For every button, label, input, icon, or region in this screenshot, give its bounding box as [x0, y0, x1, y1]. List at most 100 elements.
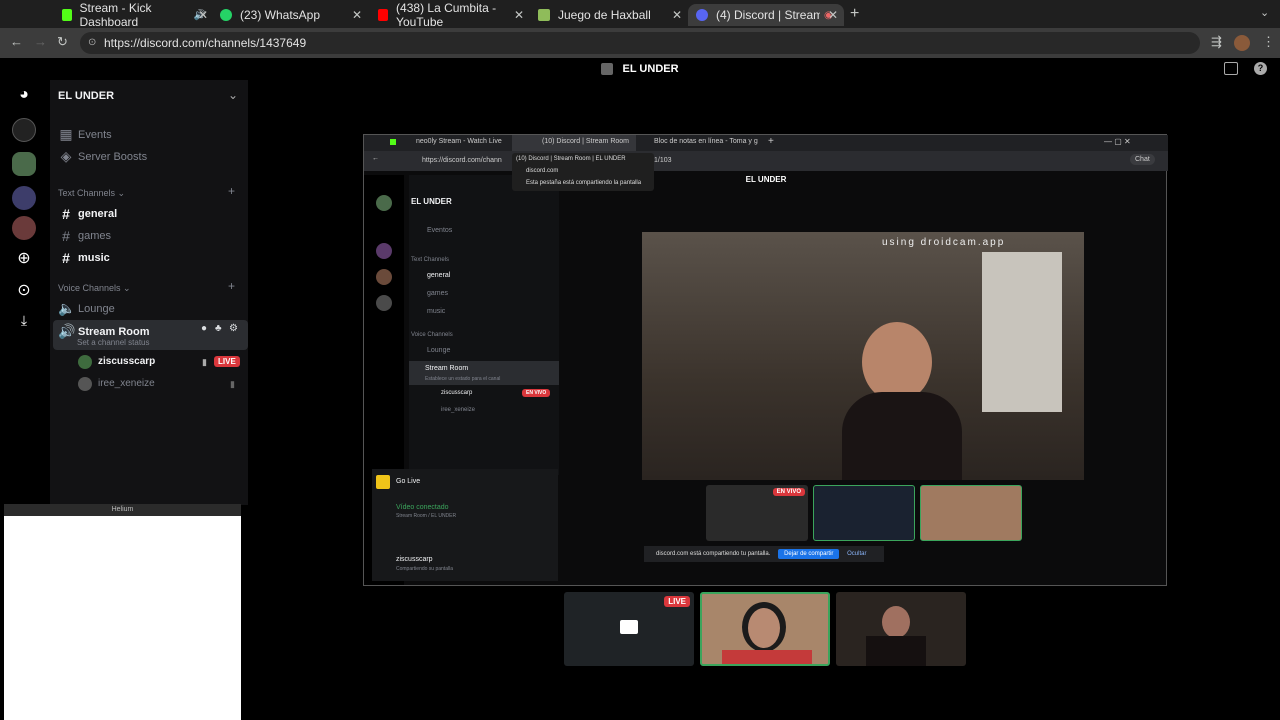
discover-icon[interactable]: ⊙: [12, 280, 36, 304]
tab-label: Stream - Kick Dashboard: [79, 1, 152, 29]
channel-general[interactable]: # general: [58, 206, 117, 222]
go-live-label: Go Live: [396, 478, 421, 485]
back-icon[interactable]: ←: [10, 34, 23, 49]
shared-voice-panel: Go Live Vídeo conectado Stream Room / EL…: [372, 469, 558, 581]
shared-channel: music: [427, 308, 446, 315]
chevron-down-icon[interactable]: ⌄: [228, 88, 238, 102]
add-channel-icon[interactable]: +: [228, 184, 235, 198]
chat-button: Chat: [1130, 154, 1155, 165]
cast-icon[interactable]: ⇶: [1211, 34, 1222, 50]
download-icon[interactable]: ⤓: [12, 312, 36, 336]
participant-camera-1[interactable]: [700, 592, 830, 666]
shared-address-bar: ← https://discord.com/chann 1/103 Chat: [364, 151, 1168, 171]
video-connected: Vídeo conectado: [396, 504, 449, 511]
shirt: [722, 650, 812, 664]
voice-channel-stream-room[interactable]: 🔊 Stream Room Set a channel status ● ♣ ⚙: [53, 320, 248, 350]
participant-camera-2[interactable]: [836, 592, 966, 666]
settings-icon[interactable]: ⚙: [229, 323, 238, 334]
tab-search-icon[interactable]: ⌄: [1260, 6, 1269, 19]
invite-icon[interactable]: ♣: [215, 323, 222, 334]
help-icon[interactable]: ?: [1254, 62, 1267, 75]
haxball-icon: [538, 9, 550, 21]
shared-tab-label: Bloc de notas en línea - Toma y g: [654, 138, 758, 145]
server-icon[interactable]: [12, 186, 36, 210]
menu-server-boosts[interactable]: ◈ Server Boosts: [58, 148, 147, 165]
chat-icon[interactable]: ●: [201, 323, 207, 334]
discord-title-bar: EL UNDER ?: [0, 58, 1280, 80]
shared-tab-label: (10) Discord | Stream Room: [542, 138, 630, 145]
close-icon[interactable]: ✕: [514, 8, 524, 22]
face: [862, 322, 932, 402]
go-live-icon: [376, 475, 390, 489]
shared-channel-sidebar: EL UNDER Eventos Text Channels general g…: [409, 175, 559, 475]
site-info-icon[interactable]: ⊙: [88, 32, 96, 54]
url-bar[interactable]: ⊙ https://discord.com/channels/1437649: [80, 32, 1200, 54]
discord-home-icon[interactable]: ◕: [12, 86, 36, 110]
close-icon[interactable]: ✕: [828, 8, 838, 22]
profile-avatar[interactable]: [1234, 35, 1250, 51]
user-name: iree_xeneize: [98, 378, 155, 389]
face: [882, 606, 910, 638]
browser-tab-youtube[interactable]: (438) La Cumbita - YouTube ✕: [370, 1, 530, 29]
shared-url: https://discord.com/chann: [422, 157, 502, 164]
browser-toolbar: ← → ↻ ⊙ https://discord.com/channels/143…: [0, 28, 1280, 58]
shared-channel: games: [427, 290, 449, 297]
face: [748, 608, 780, 648]
category-voice-channels[interactable]: Voice Channels ⌄: [58, 283, 131, 294]
shared-category: Voice Channels: [411, 332, 453, 338]
voice-user-ziscusscarp[interactable]: ziscusscarp ▮ LIVE: [78, 355, 248, 371]
channel-sidebar: EL UNDER ⌄ ▦ Events ◈ Server Boosts Text C…: [50, 80, 248, 505]
helium-window[interactable]: [4, 504, 241, 720]
new-tab-icon[interactable]: +: [850, 5, 859, 23]
server-icon[interactable]: [12, 118, 36, 142]
voice-channel-lounge[interactable]: 🔈 Lounge: [58, 300, 115, 317]
boost-icon: ◈: [60, 148, 72, 164]
shared-user-name: ziscusscarp: [396, 556, 433, 563]
shared-tab-strip: neo0ly Stream - Watch Live (10) Discord …: [364, 135, 1168, 151]
server-icon: [376, 269, 392, 285]
share-notification-bar: discord.com está compartiendo tu pantall…: [644, 546, 884, 562]
browser-tab-whatsapp[interactable]: (23) WhatsApp ✕: [212, 4, 368, 26]
server-icon[interactable]: [12, 216, 36, 240]
server-name[interactable]: EL UNDER: [58, 90, 114, 102]
voice-user-iree-xeneize[interactable]: iree_xeneize ▮: [78, 377, 248, 393]
connection-sub: Stream Room / EL UNDER: [396, 513, 457, 519]
shared-server-name: EL UNDER: [411, 197, 452, 206]
live-badge: LIVE: [664, 596, 690, 607]
new-tab-icon: +: [768, 136, 774, 147]
camera-icon: ▮: [230, 379, 235, 389]
menu-events[interactable]: ▦ Events: [58, 126, 111, 143]
browser-tab-discord[interactable]: (4) Discord | Stream Room ◉ ✕: [688, 4, 844, 26]
add-server-icon[interactable]: ⊕: [12, 248, 36, 272]
server-icon-el-under[interactable]: [12, 152, 36, 176]
channel-status[interactable]: Set a channel status: [77, 338, 150, 347]
shared-menu-events: Eventos: [427, 227, 453, 234]
hash-icon: #: [62, 228, 70, 244]
forward-icon[interactable]: →: [34, 34, 47, 49]
close-icon[interactable]: ✕: [672, 8, 682, 22]
browser-tab-haxball[interactable]: Juego de Haxball ✕: [530, 4, 688, 26]
close-icon[interactable]: ✕: [198, 8, 208, 22]
inbox-icon[interactable]: [1224, 62, 1238, 75]
category-text-channels[interactable]: Text Channels ⌄: [58, 188, 125, 199]
shared-channel: Stream Room: [425, 365, 469, 372]
channel-games[interactable]: # games: [58, 228, 111, 244]
main-camera-view: using droidcam.app: [642, 232, 1084, 480]
browser-tab-kick[interactable]: Stream - Kick Dashboard 🔊 ✕: [54, 1, 214, 29]
shared-tab-label: neo0ly Stream - Watch Live: [416, 138, 502, 145]
body: [866, 636, 926, 666]
live-badge: LIVE: [214, 356, 240, 367]
close-icon[interactable]: ✕: [352, 8, 362, 22]
participant-screen-share[interactable]: LIVE: [564, 592, 694, 666]
reload-icon[interactable]: ↻: [57, 34, 68, 50]
avatar: [78, 355, 92, 369]
shared-screen-stream[interactable]: neo0ly Stream - Watch Live (10) Discord …: [363, 134, 1168, 586]
add-channel-icon[interactable]: +: [228, 279, 235, 293]
menu-icon[interactable]: ⋮: [1262, 34, 1275, 50]
avatar: [78, 377, 92, 391]
discord-icon: [696, 9, 708, 21]
live-badge: EN VIVO: [522, 389, 551, 397]
channel-music[interactable]: # music: [58, 250, 110, 266]
server-icon: [376, 195, 392, 211]
whatsapp-icon: [220, 9, 232, 21]
